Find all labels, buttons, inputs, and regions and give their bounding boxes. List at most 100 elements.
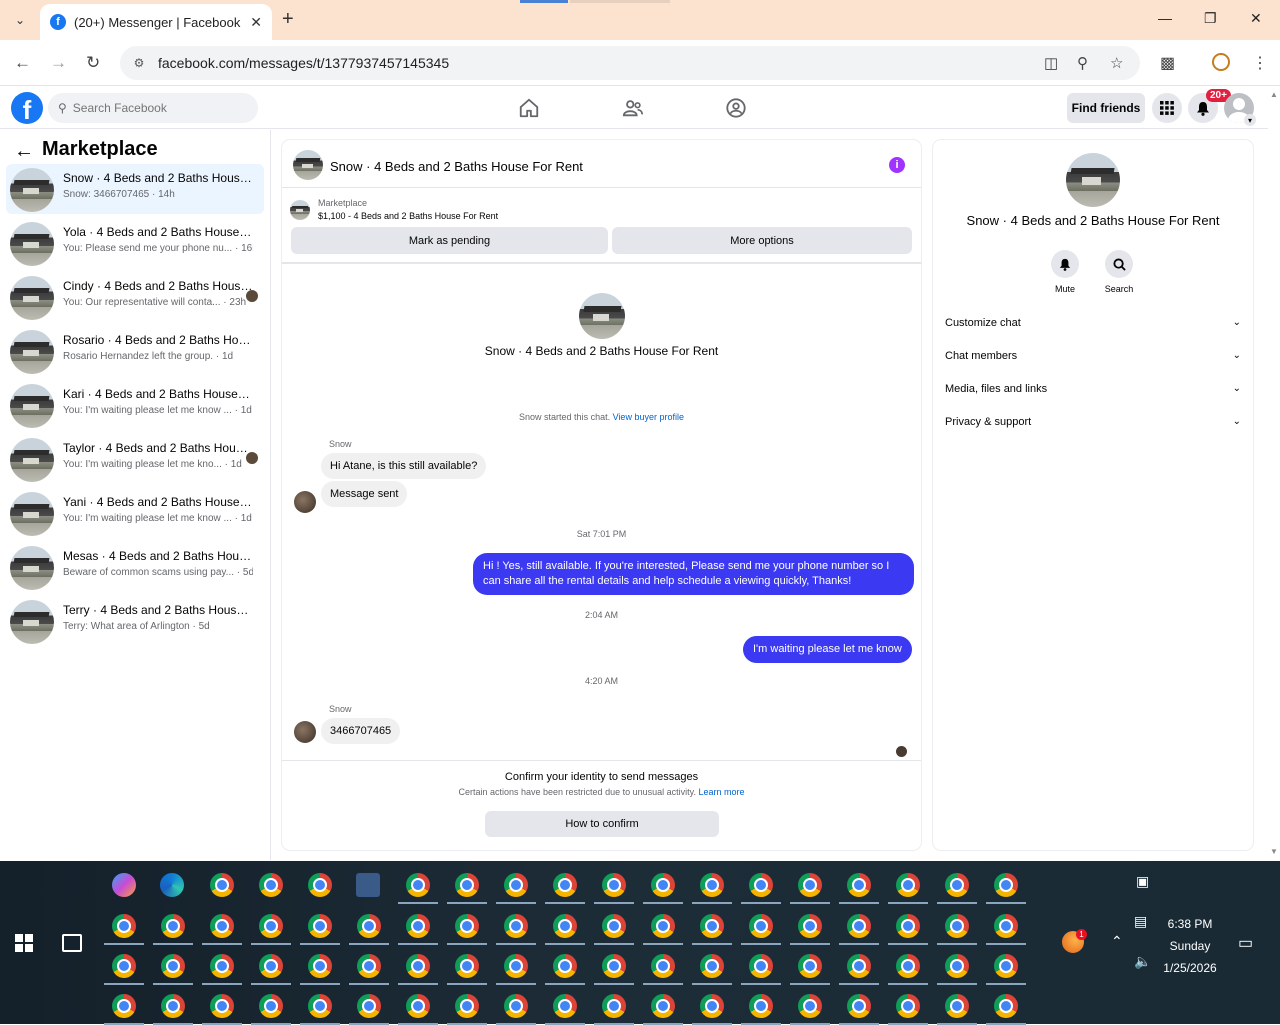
chrome-profile-taskbar-icon[interactable] — [406, 873, 430, 897]
chrome-profile-taskbar-icon[interactable] — [945, 873, 969, 897]
scroll-down-icon[interactable]: ▼ — [1270, 847, 1278, 856]
chrome-profile-taskbar-icon[interactable] — [798, 914, 822, 938]
search-button[interactable]: Search — [1091, 250, 1147, 294]
facebook-search-input[interactable] — [72, 101, 243, 115]
close-window-icon[interactable]: ✕ — [1250, 10, 1262, 27]
reload-icon[interactable]: ↻ — [86, 53, 100, 73]
chrome-profile-taskbar-icon[interactable] — [553, 914, 577, 938]
url-text[interactable]: facebook.com/messages/t/1377937457145345 — [158, 55, 449, 71]
chrome-profile-taskbar-icon[interactable] — [749, 873, 773, 897]
chrome-profile-taskbar-icon[interactable] — [602, 954, 626, 978]
chrome-profile-taskbar-icon[interactable] — [945, 994, 969, 1018]
zoom-icon[interactable]: ⚲ — [1077, 54, 1088, 72]
contacts-app-icon[interactable] — [356, 873, 380, 897]
outgoing-message[interactable]: I'm waiting please let me know — [743, 636, 912, 663]
chrome-profile-taskbar-icon[interactable] — [602, 994, 626, 1018]
chrome-profile-taskbar-icon[interactable] — [406, 994, 430, 1018]
back-arrow-icon[interactable]: ← — [14, 140, 34, 163]
chrome-profile-taskbar-icon[interactable] — [161, 994, 185, 1018]
outgoing-message[interactable]: Hi ! Yes, still available. If you're int… — [473, 553, 914, 595]
install-app-icon[interactable]: ◫ — [1044, 54, 1058, 72]
chrome-profile-taskbar-icon[interactable] — [798, 954, 822, 978]
chrome-profile-icon[interactable] — [308, 873, 332, 897]
view-buyer-profile-link[interactable]: View buyer profile — [613, 412, 684, 422]
chrome-profile-taskbar-icon[interactable] — [112, 914, 136, 938]
chrome-profile-taskbar-icon[interactable] — [847, 954, 871, 978]
scroll-up-icon[interactable]: ▲ — [1270, 90, 1278, 99]
chrome-profile-taskbar-icon[interactable] — [749, 954, 773, 978]
back-icon[interactable]: ← — [14, 53, 31, 73]
facebook-logo-icon[interactable]: f — [11, 92, 43, 124]
chrome-profile-taskbar-icon[interactable] — [994, 954, 1018, 978]
chrome-profile-taskbar-icon[interactable] — [455, 914, 479, 938]
chrome-profile-taskbar-icon[interactable] — [651, 873, 675, 897]
minimize-icon[interactable]: — — [1158, 10, 1172, 26]
sender-avatar[interactable] — [294, 491, 316, 513]
chrome-profile-taskbar-icon[interactable] — [553, 873, 577, 897]
extensions-icon[interactable]: ▩ — [1160, 53, 1175, 73]
friends-icon[interactable] — [622, 97, 644, 119]
home-icon[interactable] — [518, 97, 540, 119]
chrome-profile-taskbar-icon[interactable] — [994, 994, 1018, 1018]
chrome-profile-taskbar-icon[interactable] — [700, 994, 724, 1018]
chrome-profile-taskbar-icon[interactable] — [749, 914, 773, 938]
chat-list-item[interactable]: Terry · 4 Beds and 2 Baths House For Ren… — [6, 596, 264, 646]
chrome-profile-taskbar-icon[interactable] — [896, 954, 920, 978]
chrome-profile-taskbar-icon[interactable] — [896, 873, 920, 897]
chrome-profile-taskbar-icon[interactable] — [798, 994, 822, 1018]
chat-list-item[interactable]: Taylor · 4 Beds and 2 Baths House For Re… — [6, 434, 264, 484]
volume-icon[interactable]: 🔈 — [1134, 953, 1151, 970]
chrome-profile-taskbar-icon[interactable] — [994, 873, 1018, 897]
tab-close-icon[interactable]: ✕ — [250, 14, 262, 31]
copilot-icon[interactable] — [112, 873, 136, 897]
listing-title[interactable]: $1,100 - 4 Beds and 2 Baths House For Re… — [318, 211, 498, 221]
meet-now-icon[interactable]: ▣ — [1136, 873, 1149, 890]
incoming-message[interactable]: Message sent — [321, 481, 408, 507]
chrome-profile-taskbar-icon[interactable] — [455, 954, 479, 978]
forward-icon[interactable]: → — [50, 53, 67, 73]
chrome-profile-taskbar-icon[interactable] — [210, 994, 234, 1018]
windows-start-icon[interactable] — [15, 934, 33, 952]
chrome-profile-taskbar-icon[interactable] — [749, 994, 773, 1018]
system-clock[interactable]: 6:38 PM Sunday 1/25/2026 — [1150, 913, 1230, 979]
section-customize-chat[interactable]: Customize chat ⌄ — [945, 317, 1241, 329]
more-options-button[interactable]: More options — [612, 227, 912, 254]
mute-button[interactable]: Mute — [1037, 250, 1093, 294]
chrome-profile-taskbar-icon[interactable] — [700, 914, 724, 938]
chrome-profile-taskbar-icon[interactable] — [504, 873, 528, 897]
chrome-profile-taskbar-icon[interactable] — [161, 914, 185, 938]
chrome-profile-taskbar-icon[interactable] — [847, 873, 871, 897]
chrome-profile-taskbar-icon[interactable] — [357, 994, 381, 1018]
edge-icon[interactable] — [160, 873, 184, 897]
chrome-profile-taskbar-icon[interactable] — [455, 994, 479, 1018]
chrome-profile-taskbar-icon[interactable] — [259, 954, 283, 978]
chrome-profile-taskbar-icon[interactable] — [308, 914, 332, 938]
bookmark-star-icon[interactable]: ☆ — [1110, 54, 1123, 72]
chat-list-item[interactable]: Yani · 4 Beds and 2 Baths House For Rent… — [6, 488, 264, 538]
chrome-profile-taskbar-icon[interactable] — [308, 954, 332, 978]
chrome-profile-taskbar-icon[interactable] — [161, 954, 185, 978]
profile-icon[interactable] — [1212, 53, 1230, 76]
incoming-message[interactable]: 3466707465 — [321, 718, 401, 744]
chrome-profile-taskbar-icon[interactable] — [357, 914, 381, 938]
chrome-profile-taskbar-icon[interactable] — [847, 994, 871, 1018]
chrome-profile-taskbar-icon[interactable] — [651, 954, 675, 978]
chrome-profile-taskbar-icon[interactable] — [945, 954, 969, 978]
chrome-profile-taskbar-icon[interactable] — [357, 954, 381, 978]
chat-list-item[interactable]: Cindy · 4 Beds and 2 Baths House For Ren… — [6, 272, 264, 322]
chrome-profile-icon[interactable] — [259, 873, 283, 897]
chrome-profile-taskbar-icon[interactable] — [896, 994, 920, 1018]
chrome-profile-taskbar-icon[interactable] — [112, 954, 136, 978]
chrome-icon[interactable] — [210, 873, 234, 897]
chrome-profile-taskbar-icon[interactable] — [700, 873, 724, 897]
task-view-icon[interactable] — [62, 934, 82, 952]
groups-icon[interactable] — [725, 97, 747, 119]
chrome-profile-taskbar-icon[interactable] — [651, 914, 675, 938]
show-hidden-icons-chevron-up-icon[interactable]: ⌃ — [1111, 933, 1123, 950]
chrome-profile-taskbar-icon[interactable] — [406, 954, 430, 978]
chrome-profile-taskbar-icon[interactable] — [504, 994, 528, 1018]
chrome-profile-taskbar-icon[interactable] — [112, 994, 136, 1018]
chrome-profile-taskbar-icon[interactable] — [602, 873, 626, 897]
tab-search-button[interactable]: ⌄ — [8, 8, 32, 32]
omnibox[interactable]: ⚙ facebook.com/messages/t/13779374571453… — [120, 46, 1140, 80]
